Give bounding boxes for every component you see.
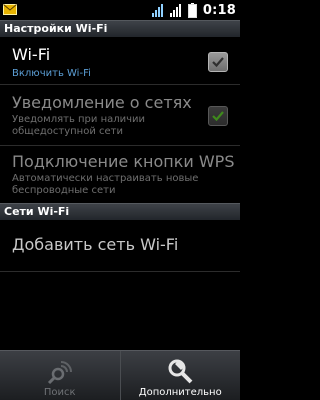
search-wifi-icon [47,361,72,385]
add-wifi-network-row[interactable]: Добавить сеть Wi-Fi [0,221,240,271]
bottom-action-bar: Поиск Дополнительно [0,350,240,400]
check-icon [212,111,224,122]
status-bar: 0:18 [0,0,240,20]
mail-icon [3,4,17,15]
network-notification-summary-line2: общедоступной сети [12,126,123,137]
divider [0,271,240,272]
add-wifi-network-label: Добавить сеть Wi-Fi [12,235,179,254]
wifi-title: Wi-Fi [12,45,51,64]
battery-icon [187,2,197,18]
clock: 0:18 [202,2,236,18]
search-button[interactable]: Поиск [0,351,120,400]
wps-summary-line1: Автоматически настраивать новые [12,173,199,184]
more-button[interactable]: Дополнительно [119,351,241,400]
wps-button-connection-row[interactable]: Подключение кнопки WPS Автоматически нас… [0,146,240,203]
advanced-settings-icon [168,359,193,384]
wifi-toggle-row[interactable]: Wi-Fi Включить Wi-Fi [0,38,240,84]
search-button-label: Поиск [43,387,76,398]
more-button-label: Дополнительно [138,387,222,398]
cell-signal-icon [169,4,181,17]
network-notification-checkbox[interactable] [208,106,228,126]
wifi-networks-header: Сети Wi-Fi [0,203,240,220]
wps-title: Подключение кнопки WPS [12,152,235,171]
wifi-summary: Включить Wi-Fi [12,68,91,79]
wifi-signal-icon [151,4,163,17]
network-notification-title: Уведомление о сетях [12,93,192,112]
wps-summary-line2: беспроводные сети [12,185,116,196]
network-notification-summary-line1: Уведомлять при наличии [12,114,146,125]
network-notification-row[interactable]: Уведомление о сетях Уведомлять при налич… [0,85,240,145]
wifi-checkbox[interactable] [208,52,228,72]
page-title: Настройки Wi-Fi [0,20,240,37]
check-icon [212,57,224,68]
